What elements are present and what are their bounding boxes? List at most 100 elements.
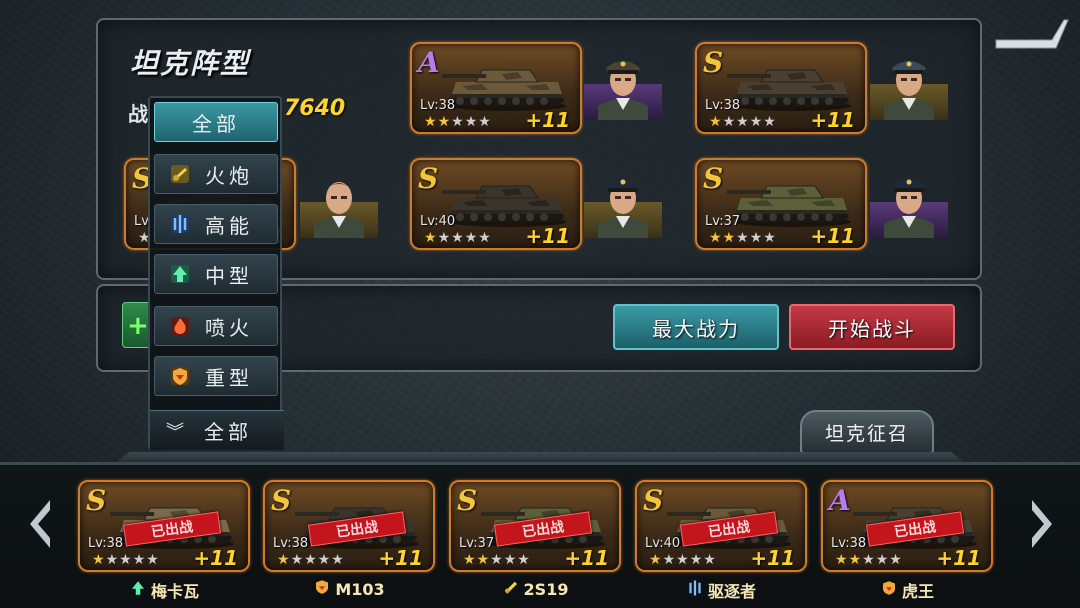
filter-toggle-label: 全部	[204, 420, 252, 444]
enhance-level: +11	[564, 546, 609, 570]
formation-slot-card[interactable]: A Lv:38 ★★★★★ +11	[410, 42, 582, 134]
filter-option-heavy[interactable]: 重型	[154, 356, 278, 396]
tank-level: Lv:38	[88, 536, 124, 551]
star-icon: ★	[763, 230, 777, 246]
grade-badge: S	[271, 484, 292, 517]
star-icon: ★	[437, 114, 452, 130]
tank-image	[442, 69, 566, 111]
filter-option-label: 中型	[205, 263, 253, 288]
star-icon: ★	[749, 230, 764, 246]
start-battle-button[interactable]: 开始战斗	[789, 304, 955, 350]
grade-badge: S	[457, 484, 478, 517]
star-icon: ★	[722, 230, 737, 246]
star-icon: ★	[503, 552, 518, 568]
filter-option-label: 重型	[205, 365, 253, 390]
filter-option-label: 全部	[192, 111, 240, 136]
star-icon: ★	[689, 552, 704, 568]
artillery-icon	[502, 578, 520, 600]
energy-icon	[167, 211, 193, 237]
roster-tank-card[interactable]: A 已出战 Lv:38 ★★★★★ +11	[821, 480, 993, 572]
star-icon: ★	[132, 552, 147, 568]
filter-option-energy[interactable]: 高能	[154, 204, 278, 244]
filter-option-artillery[interactable]: 火炮	[154, 154, 278, 194]
grade-badge: S	[418, 162, 439, 195]
roster-tank-name: M103	[263, 578, 435, 600]
commander-portrait-icon	[314, 182, 364, 238]
commander-slot[interactable]	[584, 164, 662, 238]
commander-slot[interactable]	[870, 164, 948, 238]
star-icon: ★	[709, 230, 723, 246]
star-icon: ★	[763, 114, 777, 130]
commander-slot[interactable]	[584, 46, 662, 120]
heavy-tank-icon	[167, 363, 193, 389]
star-icon: ★	[736, 230, 750, 246]
roster-tank-card[interactable]: S 已出战 Lv:38 ★★★★★ +11	[78, 480, 250, 572]
tank-name-label: M103	[335, 579, 385, 599]
star-icon: ★	[92, 552, 106, 568]
star-rating: ★★★★★	[463, 552, 531, 568]
star-icon: ★	[662, 552, 677, 568]
power-value: 7640	[284, 96, 346, 121]
roster-tank-name: 梅卡瓦	[78, 578, 250, 602]
back-button[interactable]	[992, 14, 1070, 54]
chevron-right-icon	[1032, 500, 1052, 548]
star-icon: ★	[277, 552, 291, 568]
filter-option-label: 喷火	[205, 315, 253, 340]
formation-slot-card[interactable]: S Lv:40 ★★★★★ +11	[410, 158, 582, 250]
enhance-level: +11	[810, 224, 855, 248]
grade-badge: A	[418, 46, 440, 79]
commander-portrait-icon	[598, 179, 648, 238]
roster-tank-card[interactable]: S 已出战 Lv:38 ★★★★★ +11	[263, 480, 435, 572]
roster-tank-card[interactable]: S 已出战 Lv:40 ★★★★★ +11	[635, 480, 807, 572]
artillery-icon	[167, 161, 193, 187]
roster-tank-card[interactable]: S 已出战 Lv:37 ★★★★★ +11	[449, 480, 621, 572]
formation-slot-card[interactable]: S Lv:37 ★★★★★ +11	[695, 158, 867, 250]
tank-name-label: 2S19	[523, 579, 569, 599]
star-icon: ★	[703, 552, 717, 568]
commander-portrait-icon	[884, 179, 934, 238]
grade-badge: S	[643, 484, 664, 517]
formation-slot-card[interactable]: S Lv:38 ★★★★★ +11	[695, 42, 867, 134]
star-icon: ★	[749, 114, 764, 130]
star-icon: ★	[478, 230, 492, 246]
enhance-level: +11	[750, 546, 795, 570]
star-icon: ★	[490, 552, 504, 568]
tank-level: Lv:38	[831, 536, 867, 551]
scroll-left-button[interactable]	[26, 496, 54, 552]
filter-option-label: 高能	[205, 213, 253, 238]
star-icon: ★	[464, 230, 479, 246]
tank-level: Lv	[134, 214, 149, 229]
max-power-button[interactable]: 最大战力	[613, 304, 779, 350]
tank-level: Lv:38	[705, 98, 741, 113]
star-rating: ★★★★★	[709, 114, 777, 130]
star-icon: ★	[709, 114, 723, 130]
star-rating: ★★★★★	[424, 230, 492, 246]
filter-option-flamethrower[interactable]: 喷火	[154, 306, 278, 346]
star-icon: ★	[317, 552, 332, 568]
enhance-level: +11	[378, 546, 423, 570]
star-icon: ★	[119, 552, 133, 568]
filter-option-all[interactable]: 全部	[154, 102, 278, 142]
commander-slot[interactable]	[870, 46, 948, 120]
enhance-level: +11	[525, 224, 570, 248]
roster-tank-name: 2S19	[449, 578, 621, 600]
enhance-level: +11	[936, 546, 981, 570]
star-icon: ★	[736, 114, 750, 130]
medium-tank-icon	[167, 261, 193, 287]
scroll-right-button[interactable]	[1028, 496, 1056, 552]
filter-toggle-button[interactable]: ︾ 全部	[150, 410, 284, 450]
grade-badge: S	[703, 46, 724, 79]
tank-name-label: 驱逐者	[707, 582, 756, 601]
tank-name-label: 梅卡瓦	[150, 582, 199, 601]
tank-recruit-button[interactable]: 坦克征召	[800, 410, 934, 454]
commander-portrait-icon	[884, 61, 934, 120]
star-icon: ★	[146, 552, 160, 568]
filter-option-label: 火炮	[205, 163, 253, 188]
enhance-level: +11	[525, 108, 570, 132]
filter-dropdown: 全部 火炮 高能 中型 喷火 重型 ︾ 全部	[148, 96, 284, 450]
filter-option-medium[interactable]: 中型	[154, 254, 278, 294]
star-icon: ★	[424, 114, 438, 130]
star-icon: ★	[848, 552, 863, 568]
commander-slot[interactable]	[300, 164, 378, 238]
tank-level: Lv:40	[645, 536, 681, 551]
